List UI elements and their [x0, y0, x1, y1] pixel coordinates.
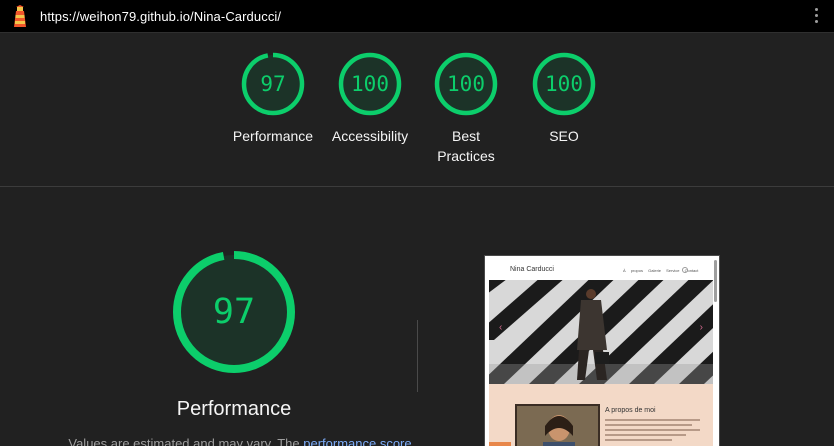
- score-gauge: 100: [338, 52, 402, 116]
- estimate-note: Values are estimated and may vary. The p…: [60, 436, 420, 446]
- score-gauge: 97: [241, 52, 305, 116]
- screenshot-portrait-image: [515, 404, 600, 446]
- gauge-accessibility[interactable]: 100 Accessibility: [325, 51, 415, 146]
- screenshot-accent-bar: [489, 442, 511, 446]
- screenshot-about-title: A propos de moi: [605, 407, 656, 414]
- screenshot-hero-image: ‹ ›: [489, 280, 713, 384]
- score-gauge: 100: [434, 52, 498, 116]
- more-vertical-icon[interactable]: [814, 8, 820, 26]
- gauge-seo[interactable]: 100 SEO: [519, 51, 609, 146]
- category-label: SEO: [549, 128, 579, 144]
- performance-score-link[interactable]: performance score: [303, 436, 411, 446]
- gauge-performance[interactable]: 97 Performance: [228, 51, 318, 146]
- score-value: 100: [447, 72, 485, 96]
- category-label: Performance: [232, 128, 314, 144]
- lighthouse-icon: [14, 5, 26, 27]
- performance-gauge-large: 97: [173, 251, 295, 373]
- performance-title: Performance: [176, 398, 292, 420]
- page-url: https://weihon79.github.io/Nina-Carducci…: [40, 9, 282, 24]
- score-value: 100: [351, 72, 389, 96]
- screenshot-about-section: A propos de moi: [489, 384, 713, 446]
- screenshot-brand: Nina Carducci: [510, 266, 554, 273]
- note-text: Values are estimated and may vary. The: [68, 436, 300, 446]
- report-header-bar: https://weihon79.github.io/Nina-Carducci…: [0, 0, 834, 33]
- score-summary: 97 Performance 100 Accessibility 100 Bes…: [0, 33, 834, 187]
- screenshot-about-text: [605, 419, 700, 444]
- section-divider: [417, 320, 418, 392]
- screenshot-site-header: Nina Carducci À propos Galerie Service C…: [485, 256, 719, 280]
- final-screenshot[interactable]: Nina Carducci À propos Galerie Service C…: [484, 255, 720, 446]
- carousel-next-icon: ›: [699, 322, 703, 333]
- score-value: 100: [545, 72, 583, 96]
- category-label: Best Practices: [437, 128, 495, 164]
- carousel-prev-icon: ‹: [499, 322, 503, 333]
- performance-score: 97: [213, 292, 255, 332]
- category-label: Accessibility: [331, 128, 409, 144]
- score-gauge: 100: [532, 52, 596, 116]
- gauge-best-practices[interactable]: 100 Best Practices: [421, 51, 511, 166]
- instagram-icon: [682, 267, 688, 273]
- screenshot-scrollbar: [714, 260, 717, 302]
- score-value: 97: [260, 72, 285, 96]
